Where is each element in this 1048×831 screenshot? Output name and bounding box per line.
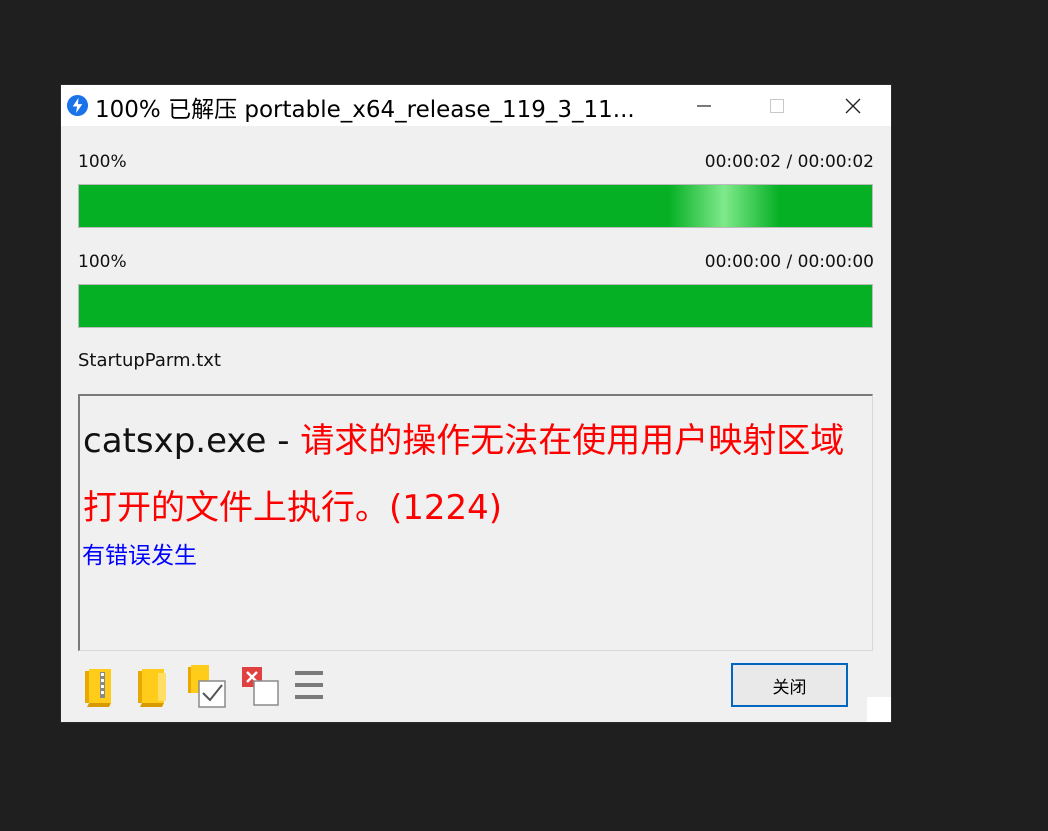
title-bar[interactable]: 100% 已解压 portable_x64_release_119_3_11..… — [61, 85, 891, 126]
close-button[interactable]: 关闭 — [731, 663, 848, 707]
total-progress-fill — [79, 185, 872, 227]
total-progress-bar — [78, 184, 873, 228]
extraction-progress-window: 100% 已解压 portable_x64_release_119_3_11..… — [61, 85, 891, 722]
delete-files-icon[interactable] — [238, 663, 284, 709]
file-progress-fill — [79, 285, 872, 327]
error-status-text: 有错误发生 — [82, 543, 197, 569]
file-time-label: 00:00:00 / 00:00:00 — [704, 252, 874, 272]
total-percent-label: 100% — [78, 152, 127, 172]
window-title: 100% 已解压 portable_x64_release_119_3_11..… — [95, 97, 635, 123]
resize-grip[interactable] — [867, 697, 891, 722]
log-entry: catsxp.exe - 请求的操作无法在使用用户映射区域打开的文件上执行。(1… — [83, 408, 868, 542]
folder-check-icon[interactable] — [185, 663, 231, 709]
file-percent-label: 100% — [78, 252, 127, 272]
folder-archive-icon[interactable] — [79, 663, 125, 709]
app-icon — [66, 94, 89, 117]
file-progress-bar — [78, 284, 873, 328]
close-window-button[interactable] — [817, 85, 889, 126]
folder-open-icon[interactable] — [132, 663, 178, 709]
total-time-label: 00:00:02 / 00:00:02 — [704, 152, 874, 172]
minimize-button[interactable] — [668, 85, 740, 126]
menu-icon[interactable] — [289, 663, 335, 709]
maximize-icon — [770, 98, 784, 113]
log-file-name: catsxp.exe - — [83, 421, 301, 461]
current-file-name: StartupParm.txt — [78, 350, 221, 371]
progress-shine — [669, 185, 779, 227]
maximize-button[interactable] — [741, 85, 813, 126]
minimize-icon — [697, 104, 711, 107]
error-log-box[interactable]: catsxp.exe - 请求的操作无法在使用用户映射区域打开的文件上执行。(1… — [78, 394, 873, 651]
close-icon — [845, 98, 861, 113]
